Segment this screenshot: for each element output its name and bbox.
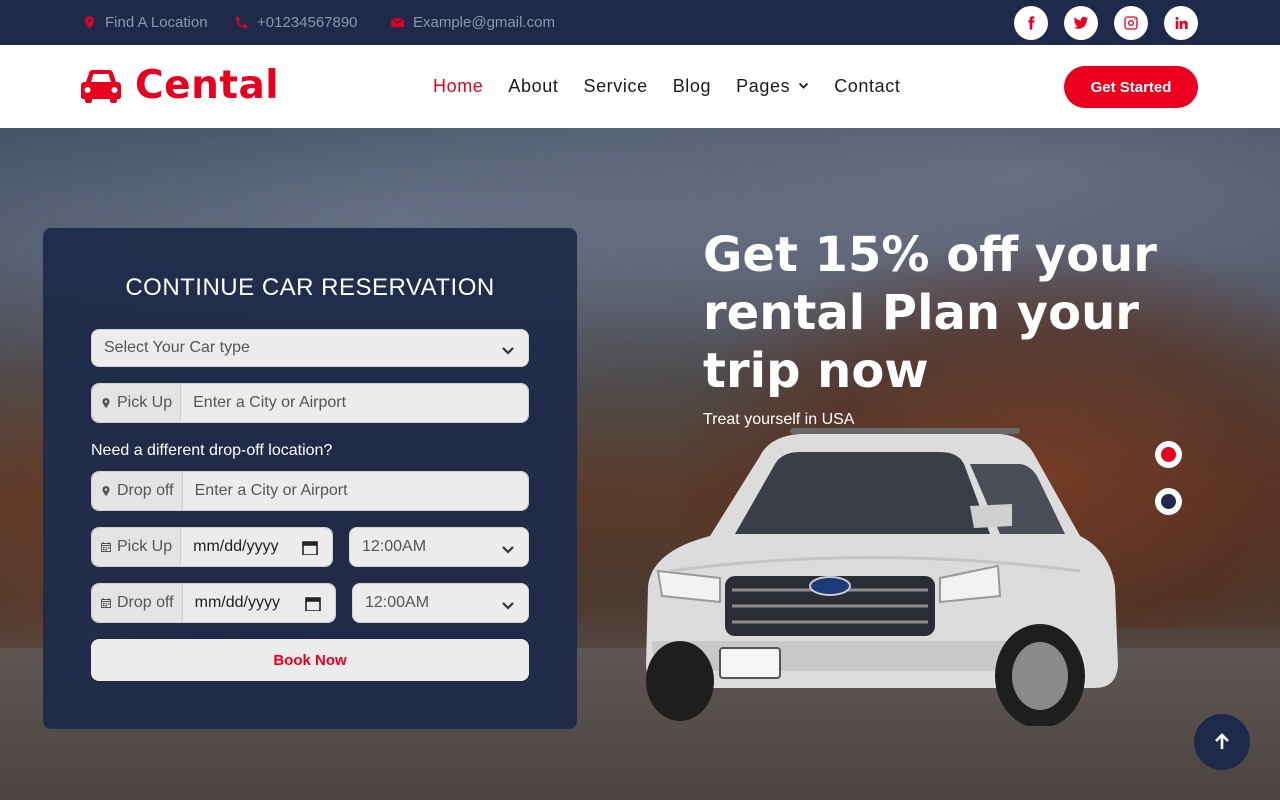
dropoff-date-value: mm/dd/yyyy [194, 594, 280, 611]
pickup-date-input[interactable]: mm/dd/yyyy [181, 528, 332, 566]
dropoff-location-input[interactable]: Enter a City or Airport [182, 472, 528, 510]
linkedin-icon [1175, 17, 1188, 29]
nav-home[interactable]: Home [433, 76, 483, 97]
pickup-location-label: Pick Up [117, 394, 173, 411]
map-marker-icon [102, 486, 110, 496]
carousel-dot-1[interactable] [1155, 441, 1182, 468]
phone-link[interactable]: +01234567890 [234, 0, 358, 45]
car-icon [81, 69, 121, 103]
nav-pages-dropdown[interactable]: Pages [736, 76, 809, 97]
envelope-icon [390, 17, 405, 27]
get-started-button[interactable]: Get Started [1064, 66, 1198, 108]
nav-menu: Home About Service Blog Pages Contact [433, 45, 925, 128]
nav-service[interactable]: Service [583, 76, 647, 97]
instagram-icon [1124, 16, 1138, 30]
nav-pages-label: Pages [736, 76, 791, 96]
carousel-dot-2-fill [1161, 494, 1176, 509]
dropoff-date-input[interactable]: mm/dd/yyyy [182, 584, 335, 622]
map-marker-icon [85, 16, 94, 29]
calendar-icon [101, 542, 111, 552]
dropoff-date-group: Drop off mm/dd/yyyy [91, 583, 336, 623]
email-link[interactable]: Example@gmail.com [390, 0, 555, 45]
arrow-up-icon [1215, 733, 1229, 749]
pickup-date-addon: Pick Up [92, 528, 182, 566]
dropoff-date-addon: Drop off [92, 584, 183, 622]
brand-logo[interactable]: Cental [81, 63, 279, 108]
nav-contact[interactable]: Contact [834, 76, 900, 97]
find-location-text: Find A Location [105, 14, 208, 31]
pickup-date-group: Pick Up mm/dd/yyyy [91, 527, 333, 567]
pickup-location-input[interactable]: Enter a City or Airport [181, 384, 528, 422]
map-marker-icon [102, 398, 110, 408]
pickup-date-value: mm/dd/yyyy [193, 538, 279, 555]
nav-blog[interactable]: Blog [673, 76, 711, 97]
facebook-icon [1028, 16, 1035, 30]
brand-name: Cental [135, 63, 280, 108]
phone-text: +01234567890 [257, 14, 358, 31]
pickup-location-group: Pick Up Enter a City or Airport [91, 383, 529, 423]
chevron-down-icon [502, 542, 514, 554]
chevron-down-icon [799, 82, 809, 89]
calendar-picker-icon[interactable] [305, 596, 321, 612]
linkedin-button[interactable] [1164, 6, 1198, 40]
facebook-button[interactable] [1014, 6, 1048, 40]
pickup-time-value: 12:00AM [362, 538, 427, 555]
top-bar: Find A Location +01234567890 Example@gma… [0, 0, 1280, 45]
calendar-icon [101, 598, 111, 608]
pickup-date-label: Pick Up [117, 538, 173, 555]
dropoff-question: Need a different drop-off location? [91, 442, 333, 459]
reservation-form-card: CONTINUE CAR RESERVATION Select Your Car… [43, 228, 577, 729]
hero-headline: Get 15% off your rental Plan your trip n… [703, 227, 1157, 399]
chevron-down-icon [502, 343, 514, 355]
calendar-picker-icon[interactable] [302, 540, 318, 556]
hero-section: CONTINUE CAR RESERVATION Select Your Car… [0, 128, 1280, 800]
back-to-top-button[interactable] [1194, 714, 1250, 770]
twitter-button[interactable] [1064, 6, 1098, 40]
hero-subline: Treat yourself in USA [703, 411, 855, 428]
pickup-time-select[interactable]: 12:00AM [349, 527, 529, 567]
carousel-dot-1-fill [1161, 447, 1176, 462]
instagram-button[interactable] [1114, 6, 1148, 40]
find-location-link[interactable]: Find A Location [82, 0, 208, 45]
email-text: Example@gmail.com [413, 14, 555, 31]
twitter-icon [1073, 16, 1089, 29]
dropoff-time-select[interactable]: 12:00AM [352, 583, 529, 623]
suv-car-image [646, 428, 1118, 726]
dropoff-location-label: Drop off [117, 482, 174, 499]
phone-icon [235, 16, 248, 29]
dropoff-location-addon: Drop off [92, 472, 183, 510]
carousel-dot-2[interactable] [1155, 488, 1182, 515]
chevron-down-icon [502, 598, 514, 610]
book-now-button[interactable]: Book Now [91, 639, 529, 681]
pickup-location-addon: Pick Up [92, 384, 182, 422]
car-type-select-value: Select Your Car type [104, 339, 250, 356]
dropoff-location-group: Drop off Enter a City or Airport [91, 471, 529, 511]
nav-about[interactable]: About [508, 76, 558, 97]
car-type-select[interactable]: Select Your Car type [91, 329, 529, 367]
dropoff-time-value: 12:00AM [365, 594, 430, 611]
reservation-title: CONTINUE CAR RESERVATION [125, 274, 495, 301]
dropoff-date-label: Drop off [117, 594, 174, 611]
main-navbar: Cental Home About Service Blog Pages Con… [0, 45, 1280, 128]
